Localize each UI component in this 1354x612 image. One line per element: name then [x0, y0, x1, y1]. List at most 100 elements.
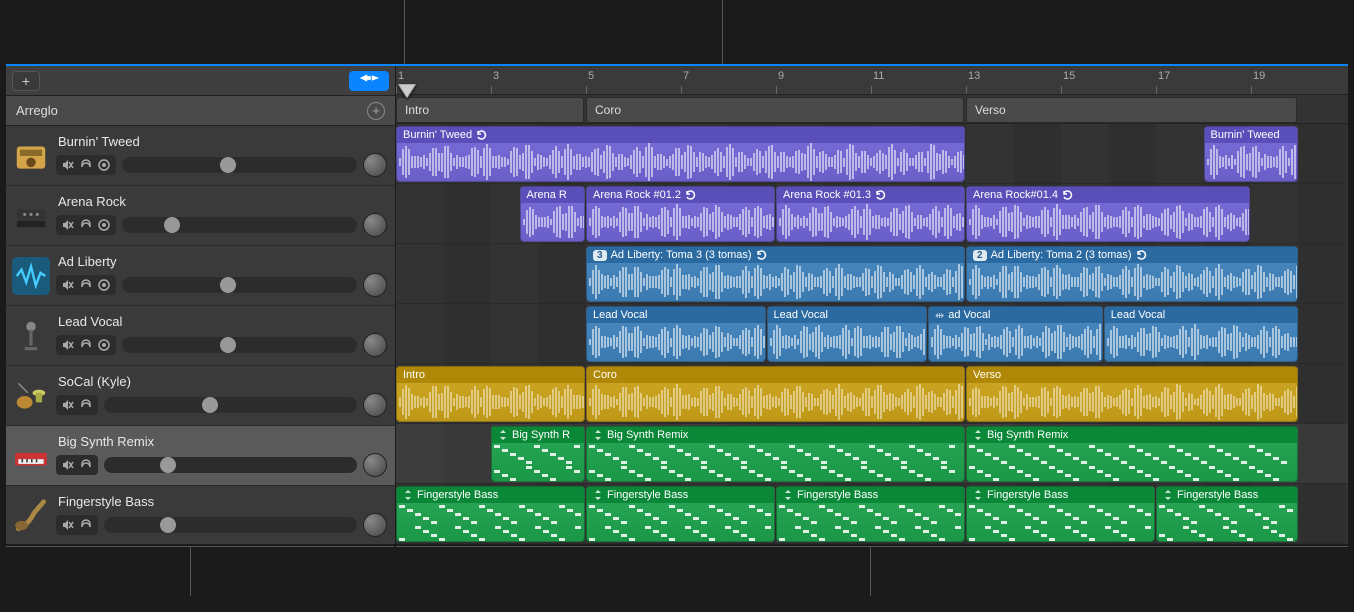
- track-lane[interactable]: Burnin' Tweed Burnin' Tweed: [396, 124, 1348, 184]
- track-name-label: SoCal (Kyle): [56, 374, 387, 389]
- track-lane[interactable]: Lead Vocal Lead Vocal ⇹ad Vocal Lead Voc…: [396, 304, 1348, 364]
- track-instrument-icon[interactable]: [6, 246, 56, 305]
- add-arrangement-marker-button[interactable]: +: [367, 102, 385, 120]
- track-lane[interactable]: 3Ad Liberty: Toma 3 (3 tomas) 2Ad Libert…: [396, 244, 1348, 304]
- loop-icon: [1136, 249, 1148, 261]
- mute-button[interactable]: [60, 157, 76, 173]
- region[interactable]: Fingerstyle Bass: [586, 486, 775, 542]
- track-header[interactable]: Fingerstyle Bass: [6, 486, 395, 544]
- region[interactable]: 2Ad Liberty: Toma 2 (3 tomas): [966, 246, 1298, 302]
- track-instrument-icon[interactable]: [6, 486, 56, 544]
- region[interactable]: Fingerstyle Bass: [396, 486, 585, 542]
- region-label: Fingerstyle Bass: [1177, 489, 1258, 501]
- mute-button[interactable]: [60, 337, 76, 353]
- mute-button[interactable]: [60, 277, 76, 293]
- volume-slider[interactable]: [122, 157, 357, 173]
- pan-knob[interactable]: [363, 513, 387, 537]
- region[interactable]: Coro: [586, 366, 965, 422]
- track-instrument-icon[interactable]: [6, 306, 56, 365]
- track-name-label: Fingerstyle Bass: [56, 494, 387, 509]
- volume-slider[interactable]: [104, 397, 357, 413]
- region-lanes[interactable]: Burnin' Tweed Burnin' Tweed Arena R Aren…: [396, 124, 1348, 544]
- pan-knob[interactable]: [363, 153, 387, 177]
- region[interactable]: Fingerstyle Bass: [776, 486, 965, 542]
- input-monitor-button[interactable]: [96, 277, 112, 293]
- pan-knob[interactable]: [363, 333, 387, 357]
- add-track-button[interactable]: +: [12, 71, 40, 91]
- ruler-bar-label: 11: [873, 70, 884, 82]
- mute-button[interactable]: [60, 517, 76, 533]
- region[interactable]: Fingerstyle Bass: [966, 486, 1155, 542]
- input-monitor-button[interactable]: [96, 337, 112, 353]
- mute-button[interactable]: [60, 457, 76, 473]
- solo-button[interactable]: [78, 277, 94, 293]
- pan-knob[interactable]: [363, 273, 387, 297]
- track-lane[interactable]: Big Synth R Big Synth Remix Big Synth Re…: [396, 424, 1348, 484]
- volume-slider[interactable]: [104, 457, 357, 473]
- region[interactable]: Burnin' Tweed: [1204, 126, 1298, 182]
- track-header[interactable]: Burnin' Tweed: [6, 126, 395, 186]
- pan-knob[interactable]: [363, 453, 387, 477]
- track-instrument-icon[interactable]: [6, 426, 56, 485]
- timeline-panel: 135791113151719 IntroCoroVerso Burnin' T…: [396, 66, 1348, 544]
- mute-button[interactable]: [60, 217, 76, 233]
- region[interactable]: Big Synth Remix: [966, 426, 1298, 482]
- solo-button[interactable]: [78, 397, 94, 413]
- loop-icon: [1062, 189, 1074, 201]
- region[interactable]: Arena R: [520, 186, 586, 242]
- arrangement-marker[interactable]: Verso: [966, 97, 1297, 123]
- track-header[interactable]: Big Synth Remix: [6, 426, 395, 486]
- region[interactable]: Arena Rock #01.3: [776, 186, 965, 242]
- volume-slider[interactable]: [122, 277, 357, 293]
- volume-slider[interactable]: [122, 337, 357, 353]
- solo-button[interactable]: [78, 157, 94, 173]
- track-instrument-icon[interactable]: [6, 186, 56, 245]
- loop-icon: [875, 189, 887, 201]
- mute-button[interactable]: [60, 397, 76, 413]
- track-instrument-icon[interactable]: [6, 366, 56, 425]
- volume-slider[interactable]: [122, 217, 357, 233]
- pan-knob[interactable]: [363, 213, 387, 237]
- input-monitor-button[interactable]: [96, 217, 112, 233]
- solo-button[interactable]: [78, 517, 94, 533]
- region-label: Fingerstyle Bass: [987, 489, 1068, 501]
- ruler-bar-label: 13: [968, 70, 980, 82]
- pan-knob[interactable]: [363, 393, 387, 417]
- region[interactable]: Big Synth R: [491, 426, 585, 482]
- track-lane[interactable]: Fingerstyle Bass Fingerstyle Bass Finger…: [396, 484, 1348, 544]
- region-content: [1205, 143, 1297, 181]
- track-instrument-icon[interactable]: [6, 126, 56, 185]
- solo-button[interactable]: [78, 217, 94, 233]
- solo-button[interactable]: [78, 457, 94, 473]
- track-lane[interactable]: Arena R Arena Rock #01.2 Arena Rock #01.…: [396, 184, 1348, 244]
- arrangement-marker[interactable]: Intro: [396, 97, 584, 123]
- region[interactable]: 3Ad Liberty: Toma 3 (3 tomas): [586, 246, 965, 302]
- region[interactable]: Arena Rock #01.2: [586, 186, 775, 242]
- catch-playhead-button[interactable]: [349, 71, 389, 91]
- region[interactable]: Burnin' Tweed: [396, 126, 965, 182]
- track-header[interactable]: Lead Vocal: [6, 306, 395, 366]
- arrangement-track-header[interactable]: Arreglo +: [6, 96, 395, 126]
- region[interactable]: Lead Vocal: [1104, 306, 1298, 362]
- track-header[interactable]: Ad Liberty: [6, 246, 395, 306]
- arrangement-marker[interactable]: Coro: [586, 97, 964, 123]
- track-header[interactable]: SoCal (Kyle): [6, 366, 395, 426]
- region[interactable]: Lead Vocal: [586, 306, 766, 362]
- region[interactable]: Intro: [396, 366, 585, 422]
- solo-button[interactable]: [78, 337, 94, 353]
- region-content: [1105, 323, 1297, 361]
- region[interactable]: Lead Vocal: [767, 306, 928, 362]
- region[interactable]: ⇹ad Vocal: [928, 306, 1103, 362]
- track-lane[interactable]: Intro Coro Verso: [396, 364, 1348, 424]
- arrangement-markers-lane[interactable]: IntroCoroVerso: [396, 95, 1348, 124]
- region[interactable]: Verso: [966, 366, 1298, 422]
- region[interactable]: Big Synth Remix: [586, 426, 965, 482]
- track-header[interactable]: Arena Rock: [6, 186, 395, 246]
- input-monitor-button[interactable]: [96, 157, 112, 173]
- playhead[interactable]: [398, 84, 416, 98]
- volume-slider[interactable]: [104, 517, 357, 533]
- bar-ruler[interactable]: 135791113151719: [396, 66, 1348, 95]
- region-content: [397, 503, 584, 541]
- region[interactable]: Arena Rock#01.4: [966, 186, 1250, 242]
- region[interactable]: Fingerstyle Bass: [1156, 486, 1298, 542]
